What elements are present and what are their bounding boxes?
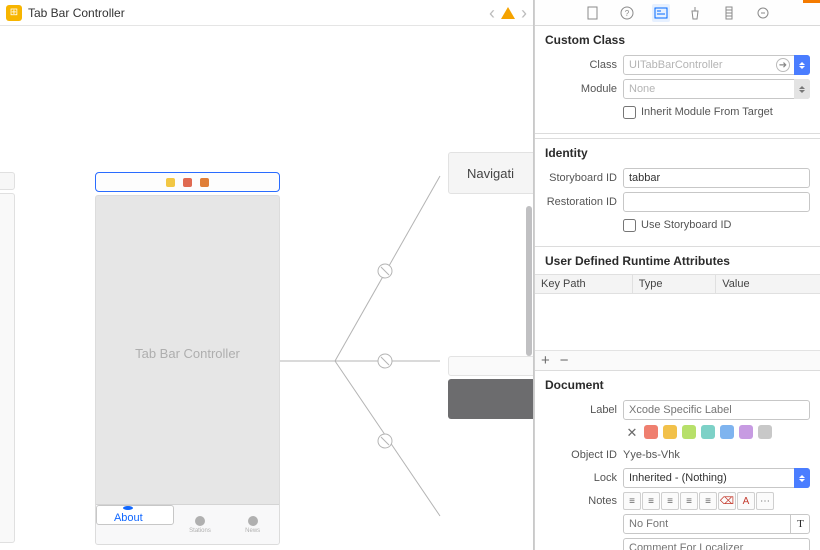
nav-bar[interactable]: Navigati [448,152,534,194]
inspector-tab-bar: ? [535,0,820,26]
storyboard-file-icon: ⊞ [6,5,22,21]
partial-scene-left[interactable] [0,172,15,542]
outdent-button[interactable]: ≡ [699,492,717,510]
more-button[interactable]: ⋯ [756,492,774,510]
notes-toolbar: ≡ ≡ ≡ ≡ ≡ ⌫ A ⋯ [623,492,810,510]
warning-icon[interactable] [501,7,515,19]
nav-forward-icon[interactable]: › [521,4,527,22]
class-dropdown-button[interactable] [794,55,810,75]
color-clear-button[interactable]: ✕ [625,425,639,441]
color-swatch[interactable] [682,425,696,439]
tab-bar[interactable]: About Stations News [96,504,279,544]
jump-to-class-icon[interactable]: ➜ [776,58,790,72]
color-swatch[interactable] [720,425,734,439]
udra-header-row: Key Path Type Value [535,274,820,294]
section-identity: Identity Storyboard ID Restoration ID Us… [535,138,820,247]
font-field[interactable] [623,514,810,534]
localizer-comment-field[interactable] [623,538,810,550]
scene-dot-icon [183,178,192,187]
label-object-id: Object ID [545,449,623,461]
module-field[interactable] [623,79,810,99]
breadcrumb-bar: ⊞ Tab Bar Controller ‹ › [0,0,533,26]
label-color-row: ✕ [535,422,820,444]
font-picker-button[interactable]: T [790,514,810,534]
partial-scene-middle[interactable] [448,356,534,419]
udra-remove-button[interactable]: − [560,353,569,368]
label-doc-label: Label [545,404,623,416]
label-restoration-id: Restoration ID [545,196,623,208]
object-id-value: Yye-bs-Vhk [623,449,810,461]
inspector-panel: ? Custom Class Class ➜ Module [534,0,820,550]
accent-bar [803,0,820,3]
align-right-button[interactable]: ≡ [661,492,679,510]
udra-col-keypath[interactable]: Key Path [535,275,633,293]
lock-select[interactable] [623,468,810,488]
label-class: Class [545,59,623,71]
section-custom-class: Custom Class Class ➜ Module [535,26,820,134]
svg-text:?: ? [624,9,629,18]
color-swatch[interactable] [701,425,715,439]
identity-inspector-tab[interactable] [652,4,670,22]
tab-bar-controller-scene[interactable]: Tab Bar Controller About Stations News [95,172,280,545]
align-justify-button[interactable]: ≡ [680,492,698,510]
restoration-id-field[interactable] [623,192,810,212]
section-heading: Custom Class [535,26,820,53]
udra-col-value[interactable]: Value [716,275,820,293]
color-swatch[interactable] [663,425,677,439]
udra-add-button[interactable]: + [541,353,550,368]
tab-item-stations[interactable]: Stations [174,505,227,544]
udra-col-type[interactable]: Type [633,275,717,293]
inherit-module-checkbox[interactable]: Inherit Module From Target [623,106,773,119]
use-storyboard-id-checkbox[interactable]: Use Storyboard ID [623,219,731,232]
label-storyboard-id: Storyboard ID [545,172,623,184]
color-swatch[interactable] [739,425,753,439]
nav-back-icon[interactable]: ‹ [489,4,495,22]
color-swatch[interactable] [758,425,772,439]
tab-item-news[interactable]: News [226,505,279,544]
align-center-button[interactable]: ≡ [642,492,660,510]
size-inspector-tab[interactable] [720,4,738,22]
partial-scene-navigation[interactable]: Navigati [448,152,534,194]
storyboard-canvas[interactable]: ⊞ Tab Bar Controller ‹ › Tab Bar C [0,0,534,550]
section-document: Document Label ✕ Object ID [535,371,820,550]
scene-title: Tab Bar Controller [96,346,279,361]
color-swatch[interactable] [644,425,658,439]
label-module: Module [545,83,623,95]
module-dropdown-button[interactable] [794,79,810,99]
connections-inspector-tab[interactable] [754,4,772,22]
breadcrumb-title[interactable]: Tab Bar Controller [28,6,125,20]
scene-header-selected[interactable] [95,172,280,192]
section-heading: User Defined Runtime Attributes [535,247,820,274]
attributes-inspector-tab[interactable] [686,4,704,22]
clear-button[interactable]: A [737,492,755,510]
doc-label-field[interactable] [623,400,810,420]
udra-footer: + − [535,350,820,370]
tab-item-about[interactable]: About [96,505,174,525]
align-left-button[interactable]: ≡ [623,492,641,510]
storyboard-id-field[interactable] [623,168,810,188]
section-heading: Identity [535,139,820,166]
udra-body[interactable] [535,294,820,350]
scene-dot-icon [200,178,209,187]
file-inspector-tab[interactable] [584,4,602,22]
strike-button[interactable]: ⌫ [718,492,736,510]
section-udra: User Defined Runtime Attributes Key Path… [535,247,820,371]
label-notes: Notes [545,495,623,507]
section-heading: Document [535,371,820,398]
canvas-scrollbar[interactable] [525,126,533,550]
scene-dot-icon [166,178,175,187]
help-inspector-tab[interactable]: ? [618,4,636,22]
lock-dropdown-button[interactable] [794,468,810,488]
label-lock: Lock [545,472,623,484]
scene-body[interactable]: Tab Bar Controller About Stations News [95,195,280,545]
